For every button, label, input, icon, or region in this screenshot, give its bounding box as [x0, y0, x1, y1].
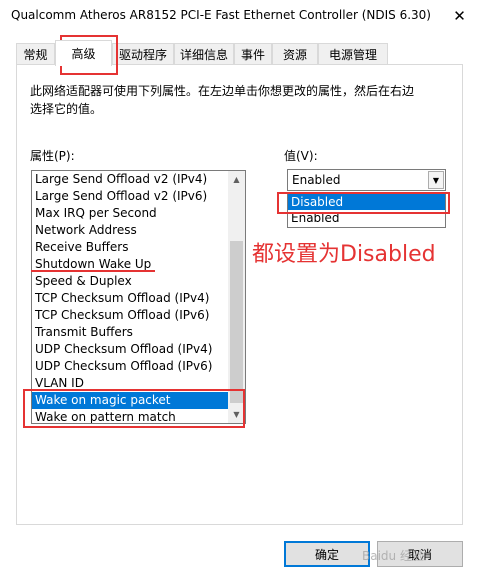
- close-icon[interactable]: ✕: [440, 0, 479, 32]
- annotation-box-disabled-option: [277, 192, 450, 214]
- list-item[interactable]: UDP Checksum Offload (IPv4): [32, 341, 229, 358]
- list-item[interactable]: Max IRQ per Second: [32, 205, 229, 222]
- list-item[interactable]: Speed & Duplex: [32, 273, 229, 290]
- tab-resources[interactable]: 资源: [272, 43, 318, 65]
- tab-details[interactable]: 详细信息: [174, 43, 234, 65]
- scroll-up-icon[interactable]: ▲: [228, 171, 245, 188]
- annotation-box-wake-options: [23, 389, 245, 428]
- value-label: 值(V):: [284, 149, 318, 163]
- window-title: Qualcomm Atheros AR8152 PCI-E Fast Ether…: [11, 8, 431, 22]
- tab-advanced[interactable]: 高级: [55, 40, 112, 66]
- tab-general[interactable]: 常规: [16, 43, 55, 65]
- title-bar: Qualcomm Atheros AR8152 PCI-E Fast Ether…: [0, 0, 479, 32]
- tab-strip: 常规 高级 驱动程序 详细信息 事件 资源 电源管理: [16, 40, 463, 66]
- scroll-thumb[interactable]: [230, 241, 243, 403]
- list-item[interactable]: TCP Checksum Offload (IPv4): [32, 290, 229, 307]
- property-list[interactable]: Large Send Offload v2 (IPv4) Large Send …: [31, 170, 246, 424]
- chevron-down-icon[interactable]: ▼: [428, 171, 444, 189]
- description-text: 此网络适配器可使用下列属性。在左边单击你想更改的属性，然后在右边选择它的值。: [30, 84, 415, 116]
- list-item[interactable]: Receive Buffers: [32, 239, 229, 256]
- list-item[interactable]: Transmit Buffers: [32, 324, 229, 341]
- list-item[interactable]: Network Address: [32, 222, 229, 239]
- ok-button[interactable]: 确定: [284, 541, 370, 567]
- list-item[interactable]: Large Send Offload v2 (IPv4): [32, 171, 229, 188]
- dropdown-value: Enabled: [292, 173, 341, 187]
- annotation-text: 都设置为Disabled: [252, 242, 436, 267]
- property-label: 属性(P):: [30, 149, 75, 163]
- list-item[interactable]: TCP Checksum Offload (IPv6): [32, 307, 229, 324]
- tab-events[interactable]: 事件: [234, 43, 272, 65]
- tab-driver[interactable]: 驱动程序: [112, 43, 174, 65]
- list-scrollbar[interactable]: ▲ ▼: [228, 171, 245, 423]
- annotation-underline-shutdown: [31, 270, 155, 272]
- value-dropdown[interactable]: Enabled ▼: [287, 169, 446, 191]
- list-item[interactable]: Large Send Offload v2 (IPv6): [32, 188, 229, 205]
- tab-power-management[interactable]: 电源管理: [318, 43, 388, 65]
- list-item[interactable]: UDP Checksum Offload (IPv6): [32, 358, 229, 375]
- watermark-text: Baidu 经验: [362, 549, 424, 563]
